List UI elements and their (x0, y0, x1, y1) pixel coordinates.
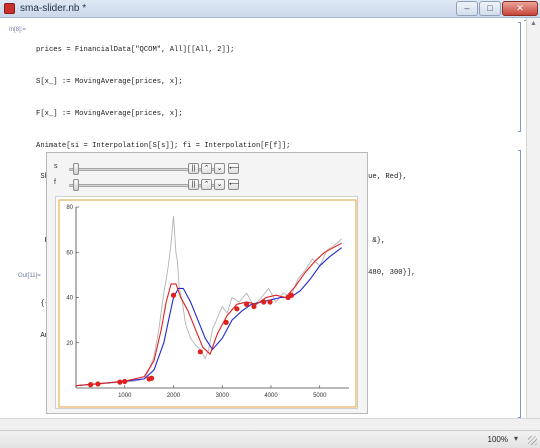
output-cell-bracket[interactable] (518, 150, 521, 418)
window-title: sma-slider.nb * (20, 3, 87, 14)
y-tick-label: 40 (66, 296, 73, 302)
y-tick-label: 60 (66, 250, 73, 256)
slower-button[interactable]: ⌄ (214, 163, 225, 174)
notebook-area: In[8]:= prices = FinancialData["QCOM", A… (0, 18, 540, 434)
slider-f-thumb[interactable] (73, 179, 79, 191)
resize-grip-icon[interactable] (528, 436, 537, 445)
plot-frame[interactable]: 1000 2000 3000 4000 5000 20 40 60 80 (55, 196, 358, 409)
mathematica-app-icon (4, 3, 15, 14)
close-button[interactable]: ✕ (502, 1, 538, 16)
minimize-button[interactable]: – (456, 1, 478, 16)
crossing-point (95, 381, 101, 387)
faster-button[interactable]: ⌃ (201, 163, 212, 174)
crossing-point (197, 349, 203, 355)
crossing-point (223, 319, 229, 325)
code-line: Animate[si = Interpolation[S[s]]; fi = I… (36, 141, 291, 150)
crossing-point (88, 382, 94, 388)
crossing-point (267, 299, 273, 305)
slow-moving-average-line (75, 247, 343, 387)
control-row-s: s || ⌃ ⌄ ⟵ (47, 162, 367, 176)
crossing-point (288, 292, 295, 298)
slower-button[interactable]: ⌄ (214, 179, 225, 190)
x-tick-label: 5000 (313, 393, 327, 399)
input-cell-label: In[8]:= (9, 27, 26, 33)
code-line: prices = FinancialData["QCOM", All][[All… (36, 46, 235, 55)
crossing-point (234, 306, 240, 312)
zoom-dropdown-icon[interactable]: ▾ (514, 434, 518, 443)
crossing-point (170, 292, 177, 298)
x-tick-label: 4000 (264, 393, 278, 399)
y-tick-label: 80 (66, 205, 73, 211)
maximize-button[interactable]: □ (479, 1, 501, 16)
crossing-point (261, 299, 267, 305)
pause-button[interactable]: || (188, 163, 199, 174)
crossing-point (117, 379, 123, 385)
slider-s-thumb[interactable] (73, 163, 79, 175)
crossing-point (122, 378, 128, 385)
slider-label-s: s (54, 163, 58, 170)
horizontal-scrollbar[interactable] (0, 418, 540, 430)
code-line: F[x_] := MovingAverage[prices, x]; (36, 109, 183, 118)
title-bar: sma-slider.nb * – □ ✕ (0, 0, 540, 18)
animate-panel: s || ⌃ ⌄ ⟵ f || ⌃ ⌄ ⟵ 1000 2000 3000 4000 50… (46, 152, 368, 414)
price-series-line (75, 216, 343, 387)
fast-moving-average-line (75, 242, 342, 387)
crossing-point (244, 301, 250, 307)
code-line: S[x_] := MovingAverage[prices, x]; (36, 77, 183, 86)
faster-button[interactable]: ⌃ (201, 179, 212, 190)
moving-average-chart: 1000 2000 3000 4000 5000 20 40 60 80 (58, 199, 357, 408)
vertical-scrollbar[interactable]: ▲ ▼ (526, 18, 540, 430)
input-cell-bracket[interactable] (518, 22, 521, 132)
plot-selection-frame (58, 199, 357, 408)
direction-button[interactable]: ⟵ (228, 163, 239, 174)
crossing-point (251, 303, 257, 310)
y-tick-label: 20 (66, 341, 73, 347)
zoom-level[interactable]: 100% (488, 435, 508, 444)
scroll-up-icon[interactable]: ▲ (530, 20, 537, 27)
direction-button[interactable]: ⟵ (228, 179, 239, 190)
control-row-f: f || ⌃ ⌄ ⟵ (47, 178, 367, 192)
x-tick-label: 3000 (216, 393, 230, 399)
crossing-point (148, 375, 155, 381)
slider-label-f: f (54, 179, 56, 186)
x-tick-label: 1000 (118, 393, 132, 399)
status-bar: 100% ▾ (0, 430, 540, 448)
pause-button[interactable]: || (188, 179, 199, 190)
x-tick-label: 2000 (167, 393, 181, 399)
output-cell-label: Out[11]= (18, 273, 41, 279)
window-controls: – □ ✕ (456, 1, 538, 16)
